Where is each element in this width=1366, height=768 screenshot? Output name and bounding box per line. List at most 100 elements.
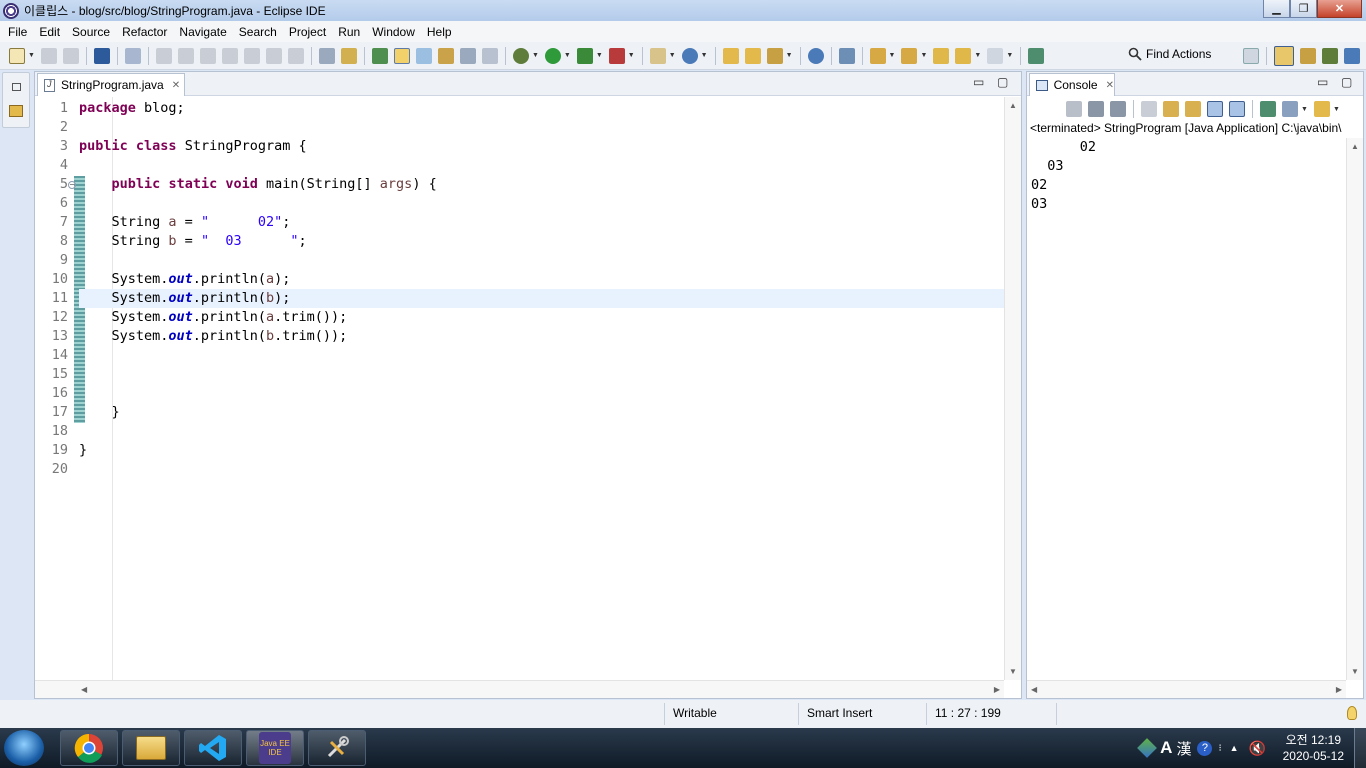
- java-browsing-perspective-icon[interactable]: [1344, 48, 1360, 64]
- external-tools-icon[interactable]: [608, 47, 625, 64]
- last-edit-location-icon[interactable]: [933, 47, 950, 64]
- previous-annotation-icon[interactable]: [901, 47, 918, 64]
- menu-file[interactable]: File: [2, 25, 33, 39]
- back-dropdown-icon[interactable]: ▼: [974, 52, 981, 59]
- tab-stringprogram-java[interactable]: StringProgram.java ✕: [37, 73, 185, 96]
- remove-all-launches-icon[interactable]: [1110, 101, 1126, 117]
- maximize-editor-icon[interactable]: ▢: [997, 75, 1008, 89]
- new-java-project-icon[interactable]: [649, 47, 666, 64]
- close-button[interactable]: ✕: [1317, 0, 1362, 18]
- java-ee-perspective-icon[interactable]: [1274, 46, 1294, 66]
- toggle-mark-occurrences-icon[interactable]: [393, 47, 410, 64]
- system-clock[interactable]: 오전 12:19 2020-05-12: [1283, 732, 1344, 764]
- minimize-editor-icon[interactable]: ▭: [973, 75, 984, 89]
- save-all-icon[interactable]: [62, 47, 79, 64]
- word-wrap-icon[interactable]: [1185, 101, 1201, 117]
- coverage-dropdown-icon[interactable]: ▼: [596, 52, 603, 59]
- terminate-icon[interactable]: [1066, 101, 1082, 117]
- search-dropdown-icon[interactable]: ▼: [786, 52, 793, 59]
- scroll-left-icon[interactable]: ◀: [1031, 685, 1037, 694]
- tab-console[interactable]: Console ✕: [1029, 73, 1115, 96]
- remove-launch-icon[interactable]: [1088, 101, 1104, 117]
- minimize-button[interactable]: ▁: [1263, 0, 1290, 18]
- run-dropdown-icon[interactable]: ▼: [564, 52, 571, 59]
- back-icon[interactable]: [955, 47, 972, 64]
- scroll-up-icon[interactable]: ▲: [1009, 101, 1017, 110]
- maximize-button[interactable]: ❐: [1290, 0, 1317, 18]
- scroll-up-icon[interactable]: ▲: [1351, 142, 1359, 151]
- ime-hanja-indicator[interactable]: 漢: [1176, 738, 1191, 759]
- resume-icon[interactable]: [155, 47, 172, 64]
- menu-window[interactable]: Window: [366, 25, 421, 39]
- scroll-left-icon[interactable]: ◀: [81, 685, 87, 694]
- menu-source[interactable]: Source: [66, 25, 116, 39]
- close-console-icon[interactable]: ✕: [1106, 80, 1114, 91]
- terminal-icon[interactable]: [93, 47, 110, 64]
- globe-icon[interactable]: [807, 47, 824, 64]
- eclipse-app-icon[interactable]: [3, 2, 19, 19]
- new-dropdown-icon[interactable]: ▼: [28, 52, 35, 59]
- forward-icon[interactable]: [987, 47, 1004, 64]
- package-explorer-icon[interactable]: [9, 105, 23, 117]
- save-icon[interactable]: [40, 47, 57, 64]
- scroll-right-icon[interactable]: ▶: [994, 685, 1000, 694]
- console-horizontal-scrollbar[interactable]: ◀ ▶: [1027, 680, 1346, 698]
- display-console-icon[interactable]: [1282, 101, 1298, 117]
- fold-collapse-icon[interactable]: −: [68, 181, 76, 189]
- open-perspective-icon[interactable]: [1243, 48, 1259, 64]
- search-icon[interactable]: [766, 47, 783, 64]
- menu-search[interactable]: Search: [233, 25, 283, 39]
- restore-icon[interactable]: [11, 83, 21, 91]
- step-into-icon[interactable]: [243, 47, 260, 64]
- pilcrow-icon[interactable]: [481, 47, 498, 64]
- maximize-console-icon[interactable]: ▢: [1341, 75, 1352, 89]
- lightbulb-icon[interactable]: [1347, 706, 1357, 720]
- clear-console-icon[interactable]: [1141, 101, 1157, 117]
- open-console-dropdown-icon[interactable]: ▼: [1333, 106, 1340, 113]
- new-java-project-dropdown-icon[interactable]: ▼: [669, 52, 676, 59]
- volume-muted-icon[interactable]: 🔇: [1249, 740, 1266, 757]
- show-on-stdout-icon[interactable]: [1207, 101, 1223, 117]
- editor-vertical-scrollbar[interactable]: ▲ ▼: [1004, 97, 1021, 680]
- insert-mode-status[interactable]: Smart Insert: [798, 703, 926, 725]
- show-whitespace-icon[interactable]: [459, 47, 476, 64]
- next-annotation-dropdown-icon[interactable]: ▼: [889, 52, 896, 59]
- debug-perspective-icon[interactable]: [1322, 48, 1338, 64]
- code-area[interactable]: 1 package blog; 2 3 public class StringPro…: [36, 97, 1004, 680]
- drop-to-frame-icon[interactable]: [340, 47, 357, 64]
- new-java-class-dropdown-icon[interactable]: ▼: [701, 52, 708, 59]
- run-icon[interactable]: [544, 47, 561, 64]
- coverage-icon[interactable]: [576, 47, 593, 64]
- ime-toolbar-icon[interactable]: [1137, 738, 1158, 758]
- menu-refactor[interactable]: Refactor: [116, 25, 173, 39]
- show-on-stderr-icon[interactable]: [1229, 101, 1245, 117]
- suspend-icon[interactable]: [177, 47, 194, 64]
- scroll-down-icon[interactable]: ▼: [1009, 667, 1017, 676]
- console-vertical-scrollbar[interactable]: ▲ ▼: [1346, 138, 1363, 680]
- menu-navigate[interactable]: Navigate: [173, 25, 232, 39]
- scroll-lock-icon[interactable]: [1163, 101, 1179, 117]
- step-return-icon[interactable]: [287, 47, 304, 64]
- open-type-icon[interactable]: [371, 47, 388, 64]
- menu-project[interactable]: Project: [283, 25, 332, 39]
- start-button[interactable]: [4, 730, 44, 766]
- display-console-dropdown-icon[interactable]: ▼: [1301, 106, 1308, 113]
- java-perspective-icon[interactable]: [1300, 48, 1316, 64]
- task-icon[interactable]: [838, 47, 855, 64]
- close-tab-icon[interactable]: ✕: [172, 80, 180, 91]
- pin-console-icon[interactable]: [1260, 101, 1276, 117]
- new-java-class-icon[interactable]: [681, 47, 698, 64]
- editor-horizontal-scrollbar[interactable]: ◀ ▶: [35, 680, 1004, 698]
- new-icon[interactable]: [9, 47, 25, 64]
- show-desktop-button[interactable]: [1354, 728, 1366, 768]
- menu-run[interactable]: Run: [332, 25, 366, 39]
- toggle-block-selection-icon[interactable]: [437, 47, 454, 64]
- pin-editor-icon[interactable]: [1028, 47, 1045, 64]
- use-step-filters-icon[interactable]: [318, 47, 335, 64]
- ime-settings-icon[interactable]: ⁝: [1218, 743, 1221, 754]
- disconnect-icon[interactable]: [221, 47, 238, 64]
- scroll-down-icon[interactable]: ▼: [1351, 667, 1359, 676]
- scroll-right-icon[interactable]: ▶: [1336, 685, 1342, 694]
- forward-dropdown-icon[interactable]: ▼: [1006, 52, 1013, 59]
- external-tools-dropdown-icon[interactable]: ▼: [628, 52, 635, 59]
